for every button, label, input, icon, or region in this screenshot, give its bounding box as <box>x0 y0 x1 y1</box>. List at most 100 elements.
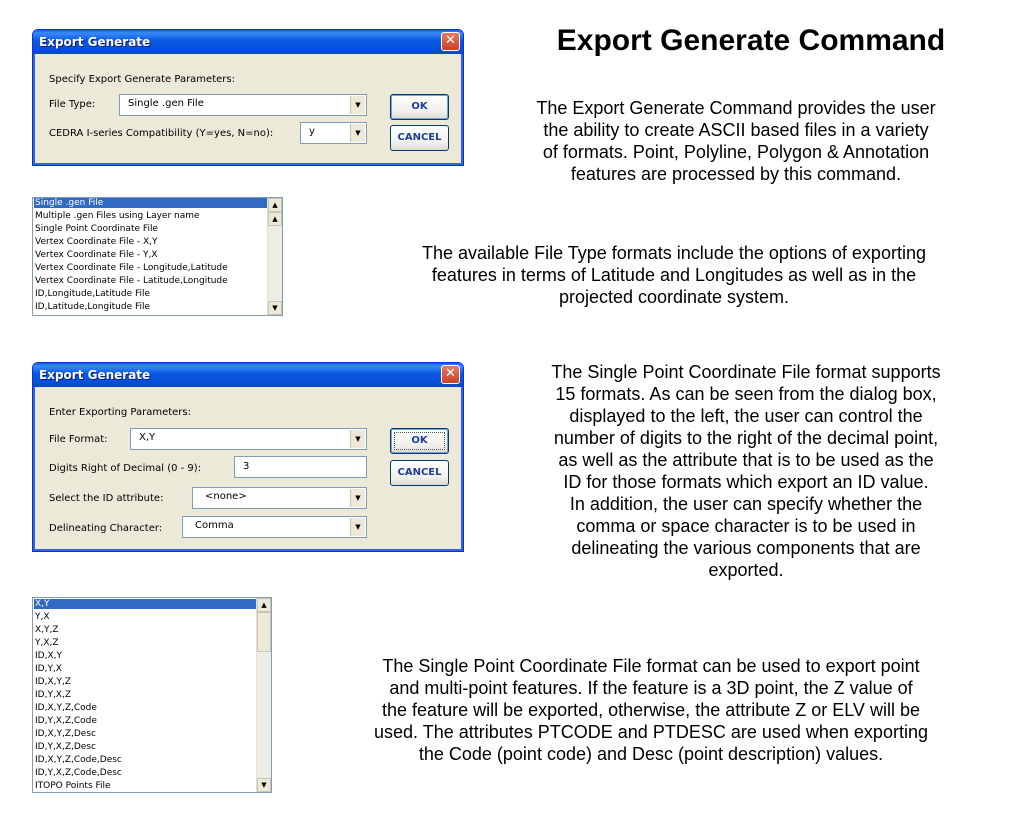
close-icon[interactable]: ✕ <box>441 32 460 51</box>
ok-button[interactable]: OK <box>390 94 449 120</box>
dialog-body: Enter Exporting Parameters: File Format:… <box>36 387 460 548</box>
paragraph-line: ID for those formats which export an ID … <box>563 472 929 492</box>
format-listbox[interactable]: X,Y Y,X X,Y,Z Y,X,Z ID,X,Y ID,Y,X ID,X,Y,Z ID,Y… <box>32 597 272 793</box>
list-item[interactable]: Single Point Coordinate File <box>35 224 158 234</box>
list-item[interactable]: ID,Y,X,Z,Code <box>35 716 97 726</box>
paragraph-line: The Single Point Coordinate File format … <box>382 656 920 676</box>
file-type-value: Single .gen File <box>128 98 204 109</box>
list-item[interactable]: Vertex Coordinate File - Y,X <box>35 250 158 260</box>
paragraph-line: used. The attributes PTCODE and PTDESC a… <box>374 722 928 742</box>
export-generate-dialog: Export Generate ✕ Enter Exporting Parame… <box>32 362 464 552</box>
scroll-up-icon[interactable]: ▲ <box>268 212 282 226</box>
cedra-compat-select[interactable]: y ▼ <box>300 122 367 144</box>
id-attribute-label: Select the ID attribute: <box>49 493 164 504</box>
paragraph-line: displayed to the left, the user can cont… <box>569 406 923 426</box>
list-item[interactable]: ID,Longitude,Latitude File <box>35 289 150 299</box>
focus-rect <box>394 432 445 450</box>
list-item[interactable]: ID,X,Y,Z,Desc <box>35 729 96 739</box>
list-item[interactable]: ITOPO Points File <box>35 781 111 791</box>
id-attribute-value: <none> <box>205 491 247 502</box>
paragraph-line: of formats. Point, Polyline, Polygon & A… <box>542 142 930 162</box>
list-item[interactable]: Y,X,Z <box>35 638 59 648</box>
paragraph-line: features are processed by this command. <box>570 164 902 184</box>
paragraph-line: comma or space character is to be used i… <box>576 516 916 536</box>
export-generate-dialog: Export Generate ✕ Specify Export Generat… <box>32 29 464 166</box>
list-item[interactable]: Vertex Coordinate File - X,Y <box>35 237 158 247</box>
scroll-down-icon[interactable]: ▼ <box>257 778 271 792</box>
dropdown-arrow-icon[interactable]: ▼ <box>350 124 365 142</box>
list-item[interactable]: ID,X,Y,Z,Code <box>35 703 97 713</box>
file-format-select[interactable]: X,Y ▼ <box>130 428 367 450</box>
digits-input[interactable]: 3 <box>234 456 367 478</box>
list-item[interactable]: ID,X,Y,Z <box>35 677 71 687</box>
paragraph-line: delineating the various components that … <box>571 538 921 558</box>
dropdown-arrow-icon[interactable]: ▼ <box>350 96 365 114</box>
scroll-thumb[interactable] <box>257 612 271 652</box>
list-item[interactable]: ID,Y,X <box>35 664 62 674</box>
close-icon[interactable]: ✕ <box>441 365 460 384</box>
file-type-listbox[interactable]: Single .gen File Multiple .gen Files usin… <box>32 197 283 316</box>
dialog-title: Export Generate <box>33 30 463 54</box>
list-item[interactable]: ID,Y,X,Z <box>35 690 71 700</box>
list-item[interactable]: ID,X,Y <box>35 651 62 661</box>
list-item[interactable]: Vertex Coordinate File - Latitude,Longit… <box>35 276 228 286</box>
prompt-label: Enter Exporting Parameters: <box>49 407 192 418</box>
scroll-up-icon[interactable]: ▲ <box>268 198 282 212</box>
list-item[interactable]: Vertex Coordinate File - Longitude,Latit… <box>35 263 228 273</box>
dropdown-arrow-icon[interactable]: ▼ <box>350 430 365 448</box>
paragraph-line: the ability to create ASCII based files … <box>543 120 929 140</box>
delimiter-label: Delineating Character: <box>49 523 163 534</box>
cancel-button-label: CANCEL <box>397 132 442 143</box>
dialog-title: Export Generate <box>33 363 463 387</box>
id-attribute-select[interactable]: <none> ▼ <box>192 487 367 509</box>
cedra-compat-label: CEDRA I-series Compatibility (Y=yes, N=n… <box>49 128 274 139</box>
dropdown-arrow-icon[interactable]: ▼ <box>350 518 365 536</box>
list-item[interactable]: ID,Y,X,Z,Code,Desc <box>35 768 122 778</box>
paragraph-line: 15 formats. As can be seen from the dial… <box>555 384 937 404</box>
list-item[interactable]: ID,Latitude,Longitude File <box>35 302 150 312</box>
prompt-label: Specify Export Generate Parameters: <box>49 74 235 85</box>
dropdown-arrow-icon[interactable]: ▼ <box>350 489 365 507</box>
paragraph-line: the feature will be exported, otherwise,… <box>382 700 920 720</box>
list-item[interactable]: Single .gen File <box>34 198 267 208</box>
scrollbar[interactable]: ▲ ▼ <box>256 598 271 792</box>
digits-label: Digits Right of Decimal (0 - 9): <box>49 463 202 474</box>
scroll-up-icon[interactable]: ▲ <box>257 598 271 612</box>
file-type-select[interactable]: Single .gen File ▼ <box>119 94 367 116</box>
paragraph-line: as well as the attribute that is to be u… <box>558 450 934 470</box>
paragraph-line: The Export Generate Command provides the… <box>536 98 936 118</box>
list-item[interactable]: ID,Y,X,Z,Desc <box>35 742 96 752</box>
paragraph-line: projected coordinate system. <box>558 287 790 307</box>
file-format-value: X,Y <box>139 432 156 443</box>
cancel-button[interactable]: CANCEL <box>390 125 449 151</box>
file-format-label: File Format: <box>49 434 108 445</box>
list-item[interactable]: X,Y <box>34 599 256 609</box>
single-point-paragraph: The Single Point Coordinate File format … <box>476 361 1016 581</box>
delimiter-select[interactable]: Comma ▼ <box>182 516 367 538</box>
paragraph-line: exported. <box>708 560 784 580</box>
page-title: Export Generate Command <box>556 24 946 57</box>
paragraph-line: and multi-point features. If the feature… <box>389 678 913 698</box>
paragraph-line: In addition, the user can specify whethe… <box>569 494 923 514</box>
list-item[interactable]: ID,X,Y,Z,Code,Desc <box>35 755 122 765</box>
delimiter-value: Comma <box>195 520 234 531</box>
paragraph-line: number of digits to the right of the dec… <box>553 428 939 448</box>
ok-button[interactable]: OK <box>390 428 449 454</box>
intro-paragraph: The Export Generate Command provides the… <box>466 97 1006 185</box>
cancel-button[interactable]: CANCEL <box>390 460 449 486</box>
scrollbar[interactable]: ▲ ▲ ▼ <box>267 198 282 315</box>
cedra-compat-value: y <box>309 126 315 137</box>
dialog-body: Specify Export Generate Parameters: File… <box>36 54 460 162</box>
cancel-button-label: CANCEL <box>397 467 442 478</box>
list-item[interactable]: Multiple .gen Files using Layer name <box>35 211 200 221</box>
paragraph-line: features in terms of Latitude and Longit… <box>431 265 917 285</box>
list-item[interactable]: X,Y,Z <box>35 625 59 635</box>
list-item[interactable]: Y,X <box>35 612 50 622</box>
paragraph-line: The Single Point Coordinate File format … <box>551 362 941 382</box>
ok-button-label: OK <box>411 101 428 112</box>
point-export-paragraph: The Single Point Coordinate File format … <box>286 655 1016 765</box>
paragraph-line: the Code (point code) and Desc (point de… <box>418 744 884 764</box>
digits-value: 3 <box>243 461 250 472</box>
paragraph-line: The available File Type formats include … <box>422 243 926 263</box>
scroll-down-icon[interactable]: ▼ <box>268 301 282 315</box>
